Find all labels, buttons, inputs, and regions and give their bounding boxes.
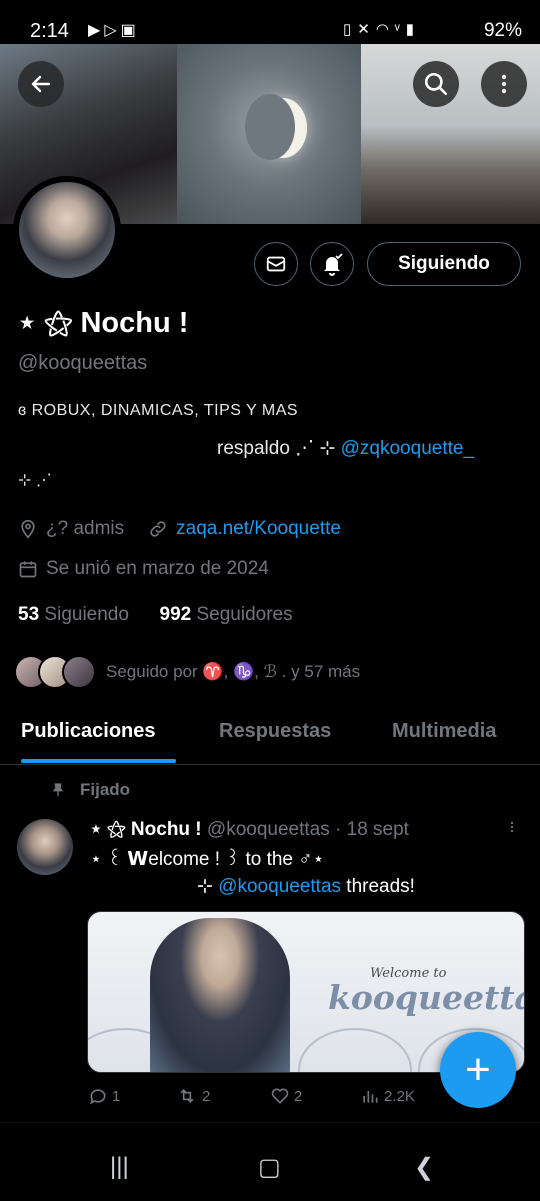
active-tab-indicator <box>21 759 176 763</box>
bio-line-1: ɞ ROBUX, DINAMICAS, TIPS Y MAS <box>18 402 299 419</box>
compose-post-button[interactable]: + <box>440 1032 516 1108</box>
following-button[interactable]: Siguiendo <box>367 242 521 286</box>
repost-count: 2 <box>202 1087 211 1105</box>
status-bar: 2:14 ▶▷▣ ▯✕◠ᵛ▮ 92% <box>0 0 540 44</box>
image-decor-arc <box>298 1028 412 1072</box>
followers-label: Seguidores <box>196 604 293 625</box>
followers-stat[interactable]: 992 Seguidores <box>160 604 293 625</box>
post-author-handle[interactable]: @kooqueettas <box>207 819 330 840</box>
post-mention-link[interactable]: @kooqueettas <box>218 876 341 897</box>
followers-count: 992 <box>159 604 192 625</box>
bio-mention-link[interactable]: @zqkooquette_ <box>341 438 474 459</box>
location-text: ¿? admis <box>46 518 125 539</box>
repost-button[interactable]: 2 <box>176 1086 210 1106</box>
website-link[interactable]: zaqa.net/Kooquette <box>176 518 341 540</box>
post-author-avatar[interactable] <box>17 819 73 875</box>
profile-meta-row: ¿? admis zaqa.net/Kooquette <box>18 518 341 540</box>
calendar-icon <box>19 561 37 578</box>
back-nav-icon[interactable]: ❮ <box>414 1153 434 1182</box>
post-line2-suffix: threads! <box>341 876 415 897</box>
system-nav-bar: ||| ▢ ❮ <box>0 1122 540 1201</box>
followed-by-text: Seguido por ♈, ♑, ℬ . y 57 más <box>106 662 361 681</box>
mail-icon <box>266 256 286 272</box>
battery-level: 92% <box>483 20 522 41</box>
avatar-image <box>19 182 115 278</box>
display-name: ⋆ ⚝ Nochu ! <box>18 307 189 339</box>
views-count: 2.2K <box>384 1087 415 1105</box>
more-vertical-icon <box>510 821 514 833</box>
views-chart-icon <box>363 1091 378 1103</box>
message-button[interactable] <box>254 242 298 286</box>
follow-stats: 53 Siguiendo 992 Seguidores <box>18 604 293 626</box>
heart-icon <box>271 1088 289 1104</box>
battery-saver-icon: ▯ <box>342 21 358 38</box>
pin-icon <box>52 783 64 796</box>
profile-tabs: Publicaciones Respuestas Multimedia <box>0 708 540 765</box>
back-button[interactable] <box>18 61 64 107</box>
follower-avatar <box>62 655 96 689</box>
joined-text: Se unió en marzo de 2024 <box>46 558 269 579</box>
plus-icon: + <box>465 1045 491 1094</box>
post-text-line-1: ⋆ ꒰ 𝗪elcome ! ꒱ to the ♂⋆ <box>90 849 325 870</box>
back-arrow-icon <box>31 75 51 93</box>
views-button[interactable]: 2.2K <box>360 1086 415 1106</box>
more-options-button[interactable] <box>481 61 527 107</box>
pinned-label: Fijado <box>80 780 131 799</box>
profile-avatar[interactable] <box>13 176 121 284</box>
joined-row: Se unió en marzo de 2024 <box>18 558 269 580</box>
post-line2-prefix: ⊹ <box>197 876 219 897</box>
post-text-line-2: ⊹ @kooqueettas threads! <box>197 875 415 898</box>
wifi-icon: ◠ <box>375 21 395 38</box>
pinned-indicator: Fijado <box>50 780 130 800</box>
following-count: 53 <box>18 604 40 625</box>
reply-icon <box>90 1089 106 1105</box>
user-handle: @kooqueettas <box>18 352 148 374</box>
following-label: Siguiendo <box>44 604 129 625</box>
reply-count: 1 <box>112 1087 121 1105</box>
location-icon <box>21 519 35 539</box>
repost-icon <box>180 1088 194 1104</box>
more-vertical-icon <box>501 74 507 94</box>
signal-icon: ▮ <box>405 21 420 38</box>
tab-posts[interactable]: Publicaciones <box>21 720 156 743</box>
bio-line-3: ⊹ ⋰ <box>18 472 52 489</box>
image-icon: ▣ <box>120 22 140 39</box>
youtube-icon: ▶ <box>88 22 105 39</box>
like-count: 2 <box>294 1087 303 1105</box>
reply-button[interactable]: 1 <box>88 1086 120 1106</box>
home-icon[interactable]: ▢ <box>258 1153 281 1182</box>
system-icons: ▯✕◠ᵛ▮ <box>343 20 420 38</box>
like-button[interactable]: 2 <box>270 1086 302 1106</box>
image-name-text: kooqueettas <box>328 978 524 1017</box>
image-person <box>150 918 290 1072</box>
status-time: 2:14 <box>30 20 69 42</box>
play-store-icon: ▷ <box>104 22 121 39</box>
moon-shadow <box>245 94 295 160</box>
post-header: ⋆ ⚝ Nochu ! @kooqueettas · 18 sept <box>90 819 409 840</box>
bio-line-2: respaldo ⋰ ⊹ @zqkooquette_ <box>217 437 474 460</box>
following-stat[interactable]: 53 Siguiendo <box>18 604 129 625</box>
tab-media[interactable]: Multimedia <box>392 720 496 743</box>
notification-icons: ▶▷▣ <box>88 20 140 40</box>
followed-by-row[interactable]: Seguido por ♈, ♑, ℬ . y 57 más <box>14 655 360 689</box>
search-icon <box>424 72 448 96</box>
recent-apps-icon[interactable]: ||| <box>110 1153 129 1181</box>
volte-icon: ᵛ <box>394 21 406 38</box>
notifications-button[interactable] <box>310 242 354 286</box>
banner-photo-moon <box>177 44 361 224</box>
tab-replies[interactable]: Respuestas <box>219 720 331 743</box>
bell-check-icon <box>324 253 343 276</box>
post-time: 18 sept <box>346 819 409 840</box>
link-icon <box>150 521 166 537</box>
search-button[interactable] <box>413 61 459 107</box>
mute-icon: ✕ <box>357 21 376 38</box>
post-more-button[interactable] <box>505 818 519 841</box>
post-author-name[interactable]: ⋆ ⚝ Nochu ! <box>90 819 202 840</box>
bio-line-2-text: respaldo ⋰ ⊹ <box>217 438 341 459</box>
